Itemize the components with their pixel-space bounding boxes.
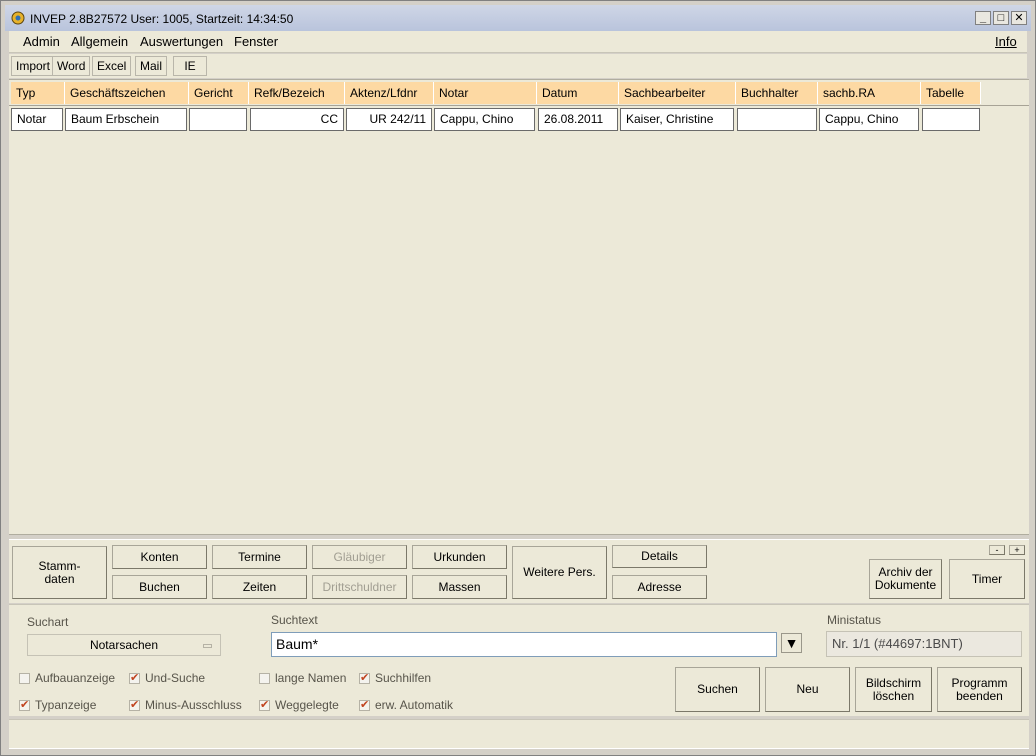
column-header-gericht[interactable]: Gericht [189, 82, 249, 104]
ie-button[interactable]: IE [173, 56, 207, 76]
lange-namen-checkbox[interactable]: lange Namen [259, 671, 346, 685]
details-button[interactable]: Details [612, 545, 707, 568]
buchen-button[interactable]: Buchen [112, 575, 207, 599]
massen-button[interactable]: Massen [412, 575, 507, 599]
table-cell-aktenz-lfdnr[interactable]: UR 242/11 [346, 108, 432, 131]
menu-allgemein[interactable]: Allgemein [71, 34, 128, 49]
minus-ausschluss-label: Minus-Ausschluss [145, 698, 242, 712]
action-button-panel: Stamm- daten Konten Buchen Termine Zeite… [9, 539, 1029, 603]
table-cell-buchhalter[interactable] [737, 108, 817, 131]
aufbauanzeige-label: Aufbauanzeige [35, 671, 116, 685]
erw-automatik-label: erw. Automatik [375, 698, 454, 712]
typanzeige-label: Typanzeige [35, 698, 97, 712]
glaeubiger-button[interactable]: Gläubiger [312, 545, 407, 569]
window-title: INVEP 2.8B27572 User: 1005, Startzeit: 1… [30, 12, 294, 26]
archiv-dokumente-button[interactable]: Archiv der Dokumente [869, 559, 942, 599]
table-cell-refk-bezeich[interactable]: CC [250, 108, 344, 131]
adresse-button[interactable]: Adresse [612, 575, 707, 599]
weitere-pers-button[interactable]: Weitere Pers. [512, 546, 607, 599]
weggelegte-checkbox[interactable]: Weggelegte [259, 698, 339, 712]
suchart-value: Notarsachen [89, 638, 159, 652]
table-cell-tabelle[interactable] [922, 108, 980, 131]
column-header-datum[interactable]: Datum [537, 82, 619, 104]
column-header-typ[interactable]: Typ [11, 82, 65, 104]
suchtext-input[interactable]: Baum* [271, 632, 777, 657]
app-logo-icon [11, 11, 25, 25]
programm-beenden-button[interactable]: Programm beenden [937, 667, 1022, 712]
menu-fenster[interactable]: Fenster [234, 34, 278, 49]
menu-info[interactable]: Info [995, 34, 1017, 49]
ministatus-display: Nr. 1/1 (#44697:1BNT) [826, 631, 1022, 657]
minimize-button[interactable]: _ [975, 11, 991, 25]
und-suche-checkbox[interactable]: Und-Suche [129, 671, 205, 685]
mail-button[interactable]: Mail [135, 56, 168, 76]
table-cell-sachbearbeiter[interactable]: Kaiser, Christine [620, 108, 734, 131]
suchhilfen-checkbox[interactable]: Suchhilfen [359, 671, 431, 685]
maximize-button[interactable]: □ [993, 11, 1009, 25]
suchen-button[interactable]: Suchen [675, 667, 760, 712]
checkbox-checked-icon [359, 698, 370, 711]
checkbox-checked-icon [129, 671, 140, 684]
header-divider [9, 105, 1029, 106]
termine-button[interactable]: Termine [212, 545, 307, 569]
minus-ausschluss-checkbox[interactable]: Minus-Ausschluss [129, 698, 242, 712]
erw-automatik-checkbox[interactable]: erw. Automatik [359, 698, 453, 712]
table-cell-datum[interactable]: 26.08.2011 [538, 108, 618, 131]
table-cell-gericht[interactable] [189, 108, 247, 131]
column-header-refk-bezeich[interactable]: Refk/Bezeich [249, 82, 345, 104]
table-cell-geschaeftszeichen[interactable]: Baum Erbschein [65, 108, 187, 131]
column-header-notar[interactable]: Notar [434, 82, 537, 104]
timer-button[interactable]: Timer [949, 559, 1025, 599]
checkbox-checked-icon [129, 698, 140, 711]
neu-button[interactable]: Neu [765, 667, 850, 712]
checkbox-box [259, 672, 270, 684]
table-cell-typ[interactable]: Notar [11, 108, 63, 131]
status-bar [9, 719, 1029, 749]
suchart-label: Suchart [27, 615, 69, 629]
zeiten-button[interactable]: Zeiten [212, 575, 307, 599]
checkbox-checked-icon [19, 698, 30, 711]
table-cell-notar[interactable]: Cappu, Chino [434, 108, 535, 131]
lange-namen-label: lange Namen [275, 671, 347, 685]
menu-admin[interactable]: Admin [23, 34, 60, 49]
column-header-buchhalter[interactable]: Buchhalter [736, 82, 818, 104]
checkbox-checked-icon [359, 671, 370, 684]
column-header-sachb-ra[interactable]: sachb.RA [818, 82, 921, 104]
konten-button[interactable]: Konten [112, 545, 207, 569]
suchtext-history-dropdown[interactable]: ▼ [781, 633, 802, 653]
suchhilfen-label: Suchhilfen [375, 671, 432, 685]
menu-bar: Admin Allgemein Auswertungen Fenster Inf… [9, 31, 1027, 53]
column-header-sachbearbeiter[interactable]: Sachbearbeiter [619, 82, 736, 104]
menu-auswertungen[interactable]: Auswertungen [140, 34, 223, 49]
typanzeige-checkbox[interactable]: Typanzeige [19, 698, 96, 712]
column-header-aktenz-lfdnr[interactable]: Aktenz/Lfdnr [345, 82, 434, 104]
import-button[interactable]: Import [11, 56, 56, 76]
column-header-geschaeftszeichen[interactable]: Geschäftszeichen [65, 82, 189, 104]
results-table: Typ Geschäftszeichen Gericht Refk/Bezeic… [9, 79, 1029, 535]
suchtext-label: Suchtext [271, 613, 318, 627]
suchart-select[interactable]: Notarsachen [27, 634, 221, 656]
expand-panel-button[interactable]: + [1009, 545, 1025, 555]
bildschirm-loeschen-button[interactable]: Bildschirm löschen [855, 667, 932, 712]
stammdaten-button[interactable]: Stamm- daten [12, 546, 107, 599]
column-header-tabelle[interactable]: Tabelle [921, 82, 981, 104]
word-button[interactable]: Word [52, 56, 91, 76]
search-panel: Suchart Notarsachen Suchtext Baum* ▼ Min… [9, 604, 1029, 716]
close-button[interactable]: ✕ [1011, 11, 1027, 25]
table-cell-sachb-ra[interactable]: Cappu, Chino [819, 108, 919, 131]
ministatus-label: Ministatus [827, 613, 882, 627]
urkunden-button[interactable]: Urkunden [412, 545, 507, 569]
collapse-panel-button[interactable]: - [989, 545, 1005, 555]
checkbox-box [19, 672, 30, 684]
select-handle-icon [203, 644, 212, 648]
checkbox-checked-icon [259, 698, 270, 711]
und-suche-label: Und-Suche [145, 671, 206, 685]
app-window: INVEP 2.8B27572 User: 1005, Startzeit: 1… [0, 0, 1036, 756]
drittschuldner-button[interactable]: Drittschuldner [312, 575, 407, 599]
title-bar[interactable]: INVEP 2.8B27572 User: 1005, Startzeit: 1… [5, 5, 1031, 31]
excel-button[interactable]: Excel [92, 56, 132, 76]
aufbauanzeige-checkbox[interactable]: Aufbauanzeige [19, 671, 115, 685]
toolbar: Import Word Excel Mail IE [9, 54, 1027, 78]
weggelegte-label: Weggelegte [275, 698, 339, 712]
